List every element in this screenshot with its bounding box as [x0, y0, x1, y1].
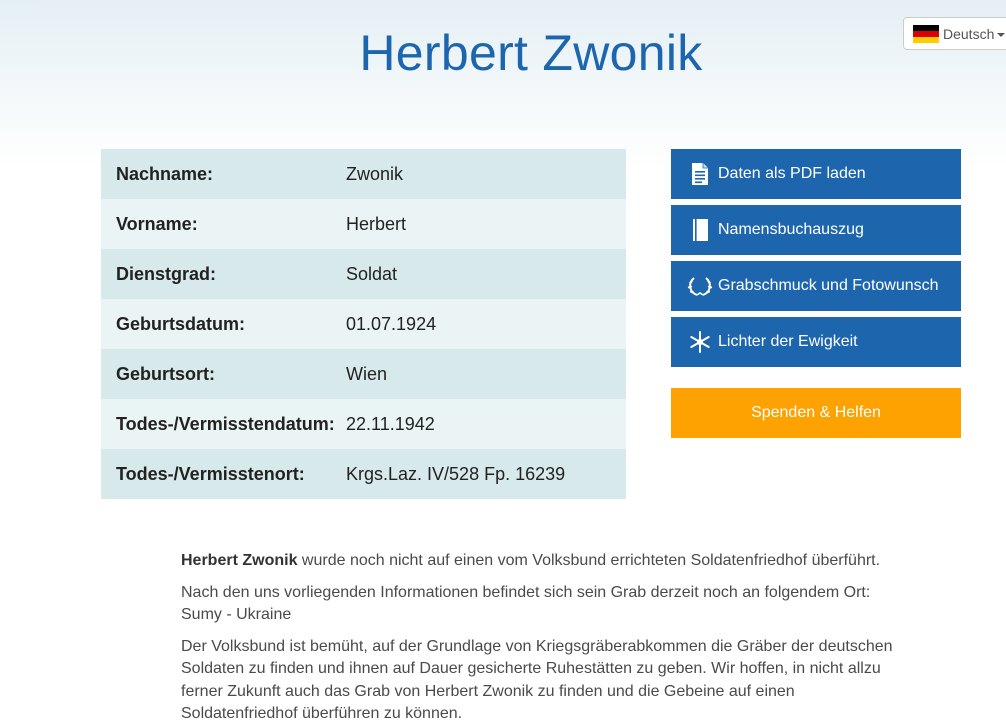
- detail-label: Todes-/Vermisstendatum:: [116, 413, 335, 434]
- grave-location-paragraph: Nach den uns vorliegenden Informationen …: [181, 582, 901, 627]
- detail-row-dienstgrad: Dienstgrad: Soldat: [101, 249, 626, 299]
- snowflake-icon: [687, 329, 713, 355]
- name-book-button[interactable]: Namensbuchauszug: [671, 205, 961, 255]
- donate-label: Spenden & Helfen: [751, 404, 881, 421]
- detail-row-todesort: Todes-/Vermisstenort: Krgs.Laz. IV/528 F…: [101, 449, 626, 499]
- detail-label: Todes-/Vermisstenort:: [116, 463, 305, 484]
- detail-value: Krgs.Laz. IV/528 Fp. 16239: [346, 463, 566, 484]
- transfer-status-text: wurde noch nicht auf einen vom Volksbund…: [297, 552, 881, 569]
- detail-value: Zwonik: [346, 163, 404, 184]
- grave-decoration-label: Grabschmuck und Fotowunsch: [718, 277, 939, 294]
- detail-value: 01.07.1924: [346, 313, 437, 334]
- pdf-download-button[interactable]: Daten als PDF laden: [671, 149, 961, 199]
- body-text: Herbert Zwonik wurde noch nicht auf eine…: [181, 550, 901, 722]
- detail-label: Dienstgrad:: [116, 263, 217, 284]
- detail-value: 22.11.1942: [346, 413, 435, 434]
- detail-value: Wien: [346, 363, 388, 384]
- action-panel: Daten als PDF laden Namensbuchauszug Gra…: [671, 149, 961, 373]
- details-table: Nachname: Zwonik Vorname: Herbert Dienst…: [101, 149, 626, 499]
- detail-label: Geburtsort:: [116, 363, 215, 384]
- page-title: Herbert Zwonik: [359, 25, 703, 81]
- soldier-name: Herbert Zwonik: [181, 552, 298, 569]
- book-icon: [687, 217, 713, 243]
- wreath-icon: [687, 273, 713, 299]
- document-icon: [687, 161, 713, 187]
- volksbund-paragraph: Der Volksbund ist bemüht, auf der Grundl…: [181, 637, 893, 722]
- detail-label: Nachname:: [116, 163, 214, 184]
- eternal-lights-button[interactable]: Lichter der Ewigkeit: [671, 317, 961, 367]
- name-book-label: Namensbuchauszug: [718, 221, 864, 238]
- detail-row-todesdatum: Todes-/Vermisstendatum: 22.11.1942: [101, 399, 626, 449]
- donate-button[interactable]: Spenden & Helfen: [671, 388, 961, 438]
- detail-row-geburtsort: Geburtsort: Wien: [101, 349, 626, 399]
- detail-label: Geburtsdatum:: [116, 313, 246, 334]
- grave-location-intro: Nach den uns vorliegenden Informationen …: [181, 583, 871, 601]
- grave-location: Sumy - Ukraine: [181, 606, 292, 623]
- detail-label: Vorname:: [116, 213, 198, 234]
- detail-value: Soldat: [346, 263, 398, 284]
- grave-decoration-button[interactable]: Grabschmuck und Fotowunsch: [671, 261, 961, 311]
- eternal-lights-label: Lichter der Ewigkeit: [718, 333, 858, 350]
- top-divider: [40, 0, 1006, 3]
- detail-row-vorname: Vorname: Herbert: [101, 199, 626, 249]
- detail-row-nachname: Nachname: Zwonik: [101, 149, 626, 199]
- detail-row-geburtsdatum: Geburtsdatum: 01.07.1924: [101, 299, 626, 349]
- detail-value: Herbert: [346, 213, 407, 234]
- pdf-download-label: Daten als PDF laden: [718, 165, 866, 182]
- transfer-status-paragraph: Herbert Zwonik wurde noch nicht auf eine…: [181, 550, 901, 573]
